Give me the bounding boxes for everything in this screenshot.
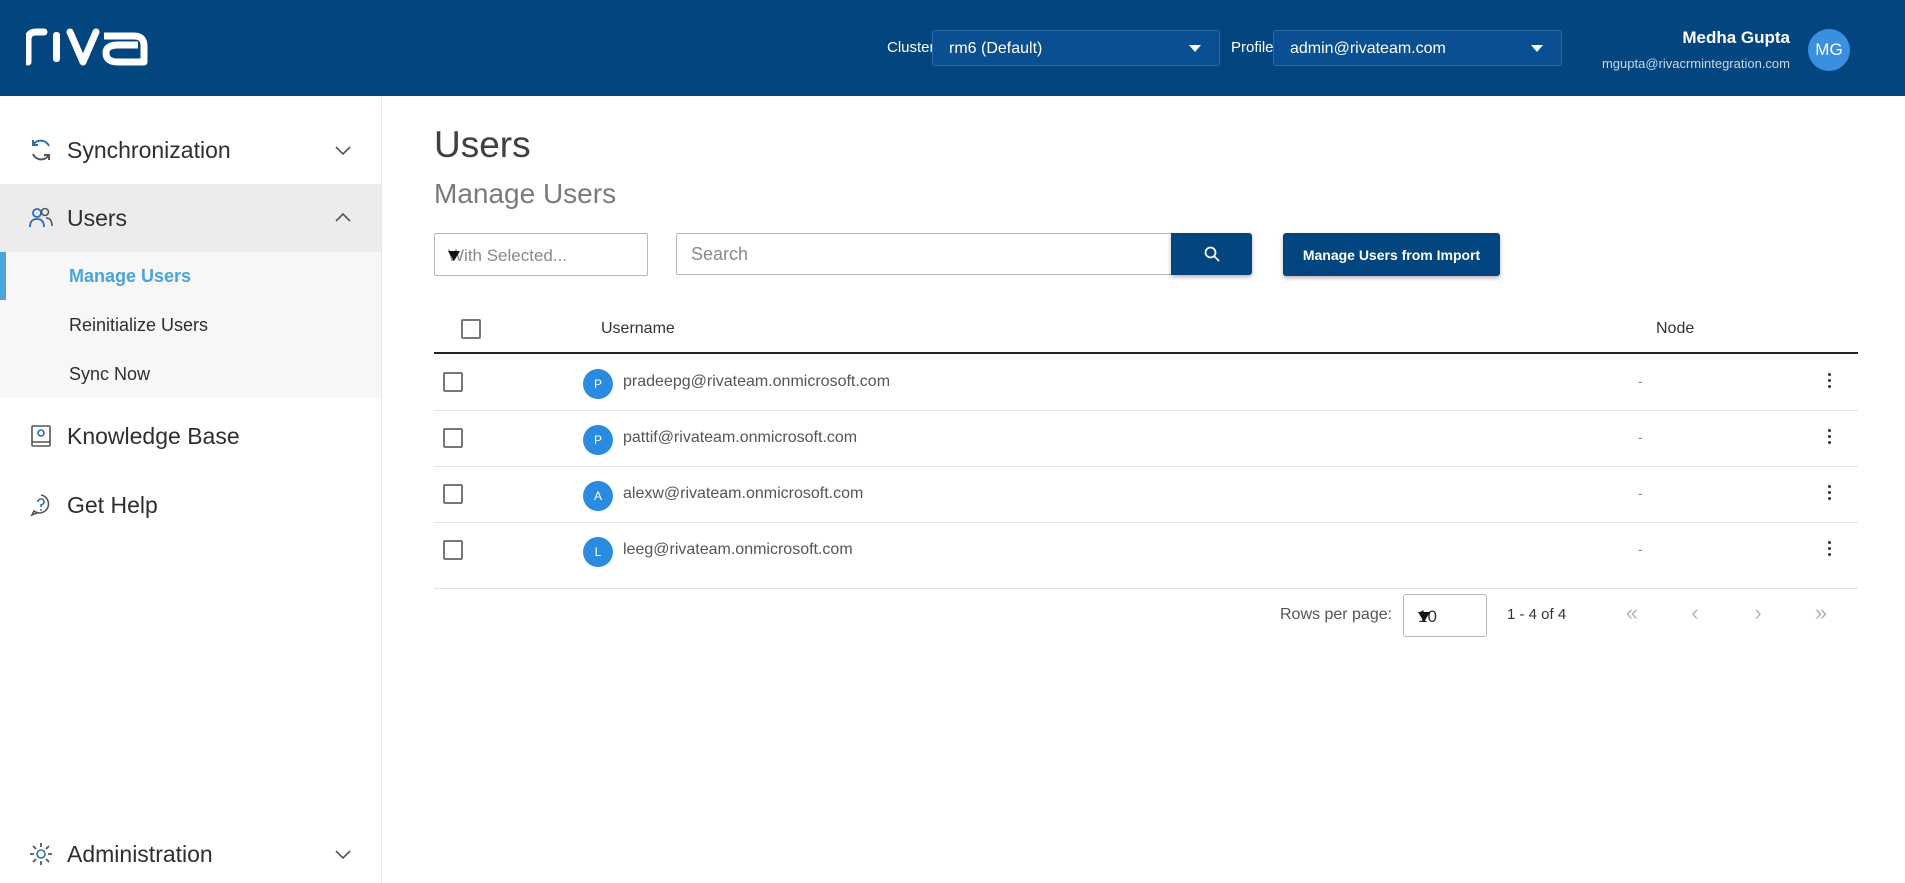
avatar: P [583,425,613,455]
chevron-down-icon [335,146,351,156]
with-selected-dropdown[interactable]: With Selected... [434,233,648,276]
row-username: leeg@rivateam.onmicrosoft.com [623,541,853,558]
search-button[interactable] [1171,233,1252,275]
with-selected-placeholder: With Selected... [448,246,568,265]
avatar: L [583,537,613,567]
gear-icon [30,843,52,865]
sidebar-item-manage-users[interactable]: Manage Users [0,252,381,300]
sidebar-item-sync-now[interactable]: Sync Now [0,350,381,398]
pagination-range: 1 - 4 of 4 [1507,606,1567,623]
chevron-down-icon [1531,45,1543,52]
table-row: P pattif@rivateam.onmicrosoft.com - [434,411,1858,467]
row-checkbox[interactable] [443,484,463,504]
profile-select[interactable]: admin@rivateam.com [1273,30,1562,66]
table-row: L leeg@rivateam.onmicrosoft.com - [434,523,1858,589]
search-icon [1204,246,1220,262]
manage-users-from-import-button[interactable]: Manage Users from Import [1283,233,1500,276]
sync-icon [32,139,50,161]
sidebar-item-label: Get Help [67,491,158,518]
profile-label: Profile [1231,39,1274,56]
more-vert-icon[interactable] [1824,373,1834,393]
page-title: Users [434,124,531,165]
select-all-checkbox[interactable] [461,319,481,339]
sidebar-item-users[interactable]: Users [0,184,381,252]
sidebar-item-label: Users [67,204,128,231]
column-header-node[interactable]: Node [1656,320,1694,338]
more-vert-icon[interactable] [1824,429,1834,449]
sidebar-item-synchronization[interactable]: Synchronization [0,116,381,184]
last-page-button[interactable]: » [1809,600,1833,626]
book-icon [31,425,51,447]
submenu-label: Manage Users [69,265,192,286]
sidebar-item-label: Knowledge Base [67,422,240,449]
users-submenu: Manage Users Reinitialize Users Sync Now [0,252,381,398]
row-checkbox[interactable] [443,428,463,448]
column-header-username[interactable]: Username [601,320,675,338]
caret-down-icon [1418,612,1430,622]
table-header: Username Node [434,312,1858,354]
cluster-label: Cluster [887,39,935,56]
table-row: P pradeepg@rivateam.onmicrosoft.com - [434,355,1858,411]
sidebar-item-get-help[interactable]: Get Help [0,471,381,539]
more-vert-icon[interactable] [1824,541,1834,561]
row-checkbox[interactable] [443,372,463,392]
table-row: A alexw@rivateam.onmicrosoft.com - [434,467,1858,523]
sidebar-item-label: Administration [67,840,213,867]
row-username: alexw@rivateam.onmicrosoft.com [623,485,864,502]
cluster-select[interactable]: rm6 (Default) [932,30,1220,66]
first-page-button[interactable]: « [1620,600,1644,626]
profile-value: admin@rivateam.com [1290,40,1446,57]
users-icon [29,207,53,228]
user-avatar[interactable]: MG [1808,29,1850,71]
user-name: Medha Gupta [1682,28,1790,47]
sidebar-item-knowledge-base[interactable]: Knowledge Base [0,402,381,470]
prev-page-button[interactable]: ‹ [1683,600,1707,626]
row-username: pradeepg@rivateam.onmicrosoft.com [623,373,891,390]
chevron-down-icon [335,850,351,860]
sidebar-item-administration[interactable]: Administration [0,826,381,882]
submenu-label: Reinitialize Users [69,314,209,335]
search-input[interactable] [676,233,1172,275]
sidebar: Synchronization Users Manage Users Reini… [0,96,382,883]
row-node: - [1638,429,1643,445]
row-node: - [1638,485,1643,501]
rows-per-page-label: Rows per page: [1280,606,1393,623]
avatar: P [583,369,613,399]
caret-down-icon [448,251,460,261]
sidebar-item-reinitialize-users[interactable]: Reinitialize Users [0,301,381,349]
row-node: - [1638,373,1643,389]
row-checkbox[interactable] [443,540,463,560]
rows-per-page-select[interactable]: 10 [1403,594,1487,637]
cluster-value: rm6 (Default) [949,40,1043,57]
chevron-down-icon [1189,45,1201,52]
next-page-button[interactable]: › [1746,600,1770,626]
sidebar-item-label: Synchronization [67,136,231,163]
page-subtitle: Manage Users [434,178,617,209]
row-username: pattif@rivateam.onmicrosoft.com [623,429,858,446]
top-header: Cluster rm6 (Default) Profile admin@riva… [0,0,1905,96]
help-icon [30,494,50,517]
row-node: - [1638,541,1643,557]
more-vert-icon[interactable] [1824,485,1834,505]
user-email: mgupta@rivacrmintegration.com [1601,56,1790,71]
riva-logo[interactable] [26,26,150,66]
chevron-up-icon [335,212,351,222]
avatar: A [583,481,613,511]
submenu-label: Sync Now [69,363,151,384]
